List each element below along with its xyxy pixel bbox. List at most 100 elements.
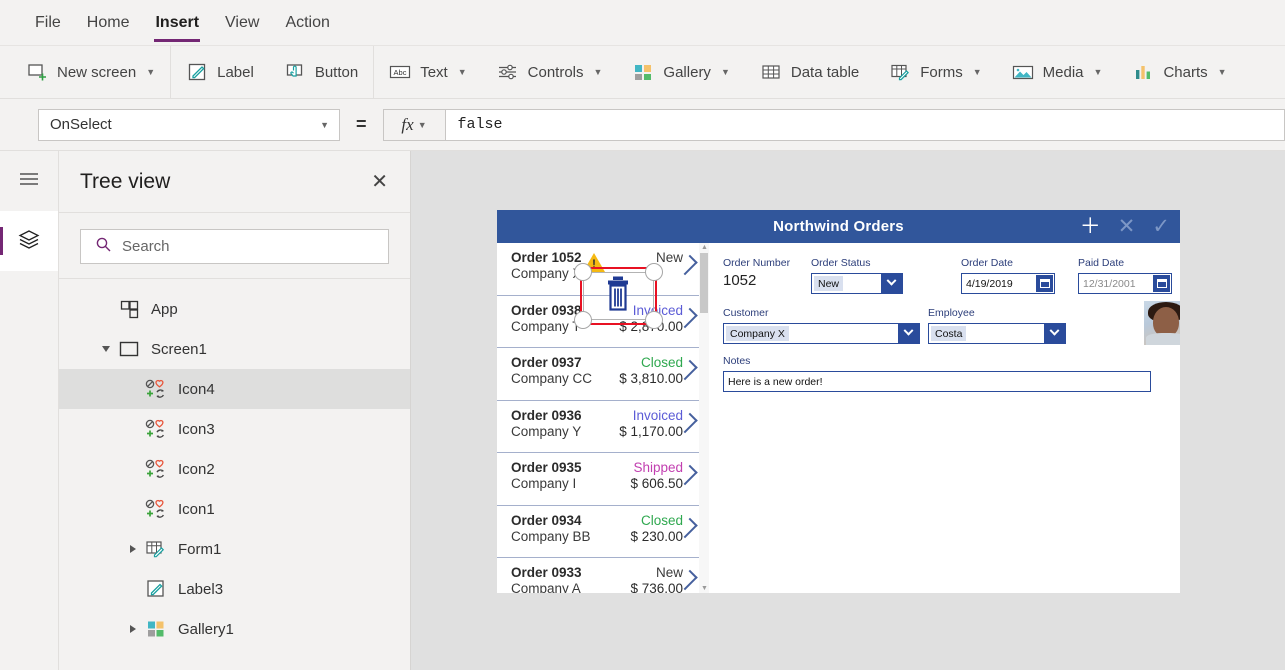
calendar-icon[interactable]	[1153, 275, 1170, 292]
field-order-number: Order Number 1052	[723, 257, 811, 294]
field-label: Employee	[928, 307, 975, 319]
table-row[interactable]: Order 0935 Shipped Company I $ 606.50	[497, 453, 709, 506]
property-select[interactable]: OnSelect ▼	[38, 108, 340, 141]
header-actions: ＋ ✕ ✓	[1080, 210, 1170, 243]
menu-item-file[interactable]: File	[22, 0, 74, 46]
page-title: Tree view	[80, 169, 171, 193]
icon-set-icon	[143, 418, 169, 440]
forms-icon	[889, 61, 911, 83]
chevron-down-icon[interactable]	[1044, 324, 1065, 343]
ribbon-label-button[interactable]: Label	[171, 46, 269, 98]
order-status-dropdown[interactable]: New	[811, 273, 903, 294]
ribbon-label: Controls	[527, 63, 584, 81]
status-badge: New	[655, 250, 683, 265]
tree-item-form1[interactable]: Form1	[59, 529, 410, 569]
calendar-icon[interactable]	[1036, 275, 1053, 292]
tree-item-screen1[interactable]: Screen1	[59, 329, 410, 369]
tree-item-label: Icon1	[178, 500, 215, 518]
customer-dropdown[interactable]: Company X	[723, 323, 920, 344]
cancel-icon[interactable]: ✕	[1118, 216, 1136, 237]
search-input[interactable]: Search	[80, 229, 389, 264]
twisty-open[interactable]	[96, 346, 116, 352]
scrollbar-thumb[interactable]	[700, 253, 708, 313]
tree-item-icon2[interactable]: Icon2	[59, 449, 410, 489]
fx-button[interactable]: fx ▼	[382, 108, 445, 141]
notes-input[interactable]: Here is a new order!	[723, 371, 1151, 392]
order-date-picker[interactable]: 4/19/2019	[961, 273, 1055, 294]
field-label: Order Date	[961, 257, 1013, 269]
order-amount: $ 230.00	[630, 528, 683, 544]
ribbon-label: Data table	[790, 63, 860, 81]
ribbon-controls-button[interactable]: Controls ▼	[482, 46, 618, 98]
tree-item-icon1[interactable]: Icon1	[59, 489, 410, 529]
field-employee: Employee Costa	[928, 307, 1078, 344]
power-apps-studio: File Home Insert View Action New screen …	[0, 0, 1285, 670]
tree-item-label: Gallery1	[178, 620, 234, 638]
label-icon	[143, 578, 169, 600]
company-name: Company Y	[511, 423, 582, 439]
fx-label: fx	[401, 114, 414, 134]
scroll-up-icon[interactable]: ▲	[701, 244, 708, 251]
rail-item-tree-view[interactable]	[0, 211, 58, 271]
ribbon-charts-button[interactable]: Charts ▼	[1117, 46, 1241, 98]
ribbon-forms-button[interactable]: Forms ▼	[874, 46, 996, 98]
formula-bar: OnSelect ▼ = fx ▼ false	[0, 99, 1285, 151]
field-customer: Customer Company X	[723, 307, 928, 344]
menu-item-insert[interactable]: Insert	[142, 0, 212, 46]
order-detail-form[interactable]: Order Number 1052 Order Status New Order…	[709, 243, 1180, 593]
chevron-down-icon: ▼	[593, 67, 603, 77]
app-icon	[116, 298, 142, 320]
ribbon-media-button[interactable]: Media ▼	[997, 46, 1118, 98]
tree-item-label: Screen1	[151, 340, 207, 358]
status-badge: Closed	[640, 355, 683, 370]
field-label: Order Number	[723, 257, 791, 269]
icon-set-icon	[143, 498, 169, 520]
tree-item-label: Icon4	[178, 380, 215, 398]
ribbon-data-table-button[interactable]: Data table	[745, 46, 874, 98]
company-name: Company I	[511, 476, 577, 491]
ribbon-new-screen-button[interactable]: New screen ▼	[0, 46, 170, 98]
gallery-scrollbar[interactable]: ▲ ▼	[699, 243, 709, 593]
tree-item-app[interactable]: App	[59, 289, 410, 329]
menu-item-action[interactable]: Action	[272, 0, 342, 46]
twisty-closed[interactable]	[123, 545, 143, 553]
app-preview[interactable]: Northwind Orders ＋ ✕ ✓ Order 1052 New Co…	[497, 210, 1180, 593]
ribbon-label: New screen	[57, 63, 137, 81]
menu-item-home[interactable]: Home	[74, 0, 143, 46]
field-value: 1052	[723, 272, 757, 289]
tree-item-label3[interactable]: Label3	[59, 569, 410, 609]
save-icon[interactable]: ✓	[1152, 216, 1170, 237]
twisty-closed[interactable]	[123, 625, 143, 633]
active-indicator	[0, 227, 3, 255]
table-row[interactable]: Order 0936 Invoiced Company Y $ 1,170.00	[497, 401, 709, 453]
paid-date-picker[interactable]: 12/31/2001	[1078, 273, 1172, 294]
ribbon-text-button[interactable]: Abc Text ▼	[374, 46, 481, 98]
chevron-down-icon[interactable]	[898, 324, 919, 343]
ribbon-button-button[interactable]: Button	[269, 46, 373, 98]
table-row[interactable]: Order 0937 Closed Company CC $ 3,810.00	[497, 348, 709, 401]
form-row-1: Order Number 1052 Order Status New Order…	[723, 257, 1180, 294]
hamburger-menu-button[interactable]	[0, 151, 58, 211]
table-row[interactable]: Order 0933 New Company A $ 736.00	[497, 558, 709, 593]
add-icon[interactable]: ＋	[1080, 216, 1101, 237]
tree-item-gallery1[interactable]: Gallery1	[59, 609, 410, 649]
field-order-status: Order Status New	[811, 257, 961, 294]
ribbon-gallery-button[interactable]: Gallery ▼	[617, 46, 744, 98]
formula-input[interactable]: false	[444, 108, 1285, 141]
design-canvas[interactable]: Northwind Orders ＋ ✕ ✓ Order 1052 New Co…	[411, 151, 1285, 670]
employee-dropdown[interactable]: Costa	[928, 323, 1066, 344]
menu-item-view[interactable]: View	[212, 0, 272, 46]
tree-search-wrapper: Search	[59, 213, 410, 279]
layers-tree-icon	[17, 228, 41, 255]
chevron-down-icon[interactable]	[881, 274, 902, 293]
order-number: Order 0938	[511, 302, 582, 318]
close-icon[interactable]: ✕	[371, 172, 388, 192]
tree-item-icon4[interactable]: Icon4	[59, 369, 410, 409]
tree-item-icon3[interactable]: Icon3	[59, 409, 410, 449]
equals-sign: =	[356, 114, 367, 134]
ribbon-label: Gallery	[663, 63, 711, 81]
company-name: Company BB	[511, 528, 591, 544]
scroll-down-icon[interactable]: ▼	[701, 585, 708, 592]
table-row[interactable]: Order 0934 Closed Company BB $ 230.00	[497, 506, 709, 558]
trash-delete-icon[interactable]	[603, 276, 633, 317]
